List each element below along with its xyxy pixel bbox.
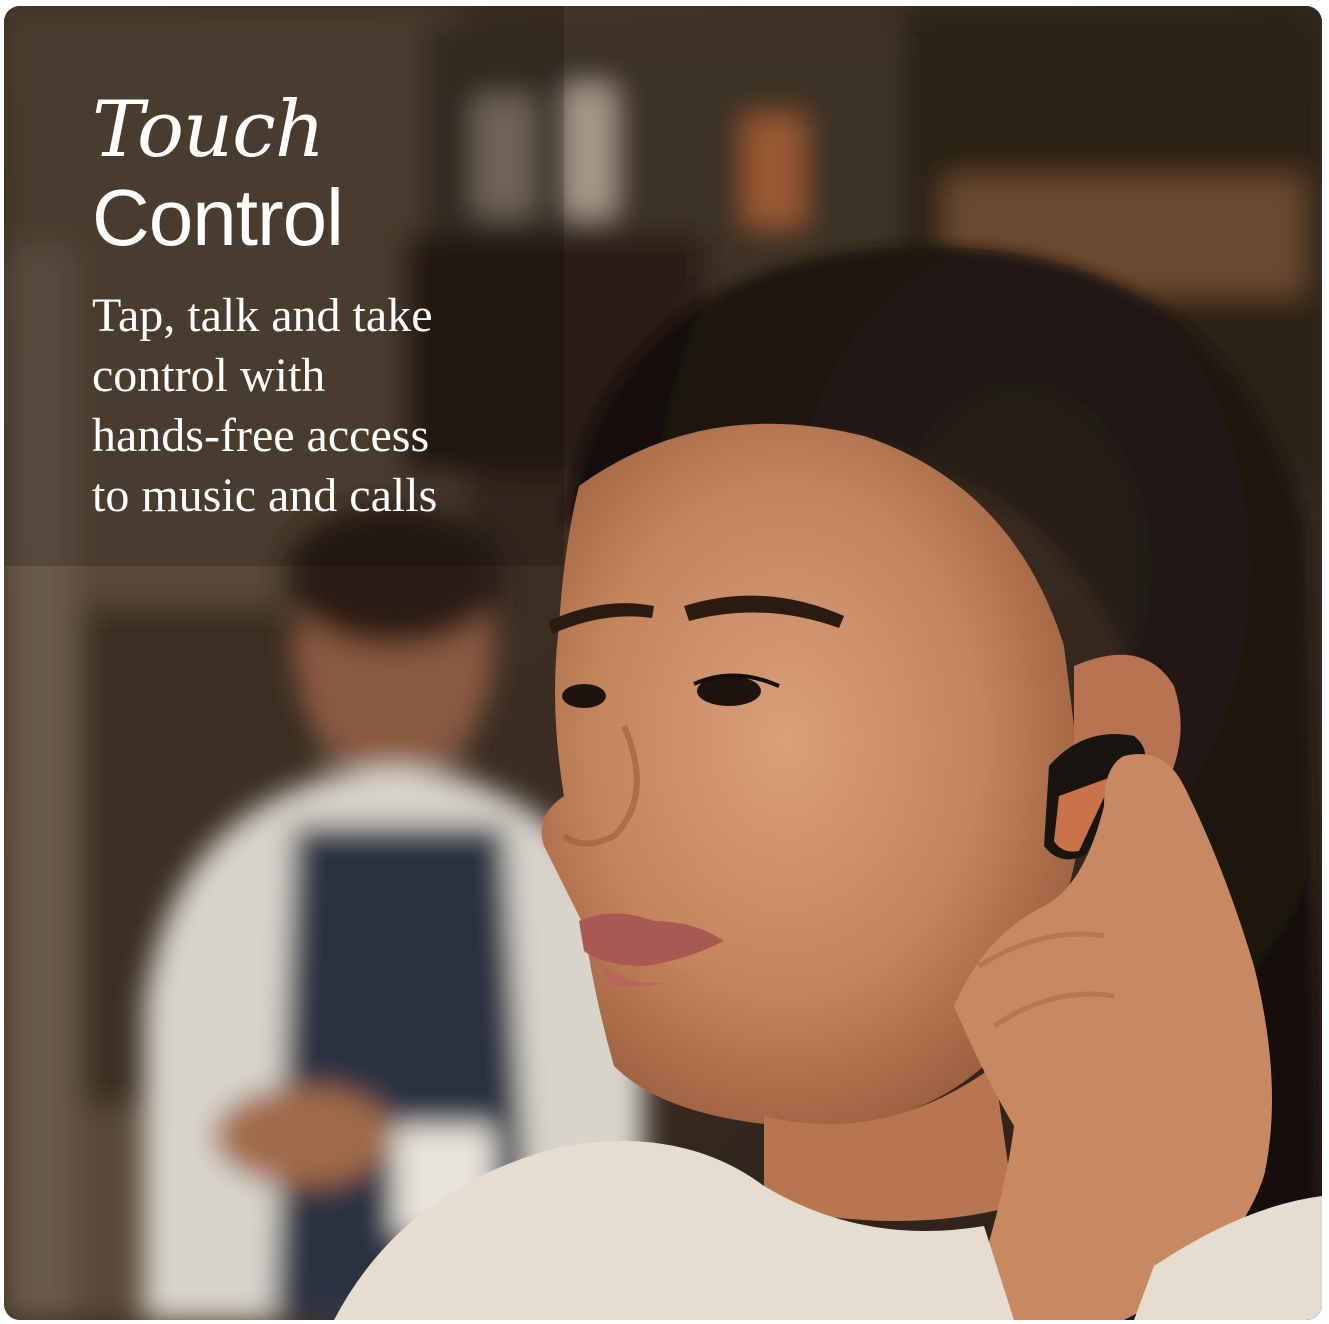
- feature-copy: Touch Control Tap, talk and take control…: [92, 84, 512, 526]
- feature-description: Tap, talk and take control with hands-fr…: [92, 289, 438, 522]
- promo-card: Touch Control Tap, talk and take control…: [4, 6, 1322, 1320]
- headline-line-2: Control: [92, 173, 344, 262]
- headline-line-1: Touch: [92, 85, 325, 175]
